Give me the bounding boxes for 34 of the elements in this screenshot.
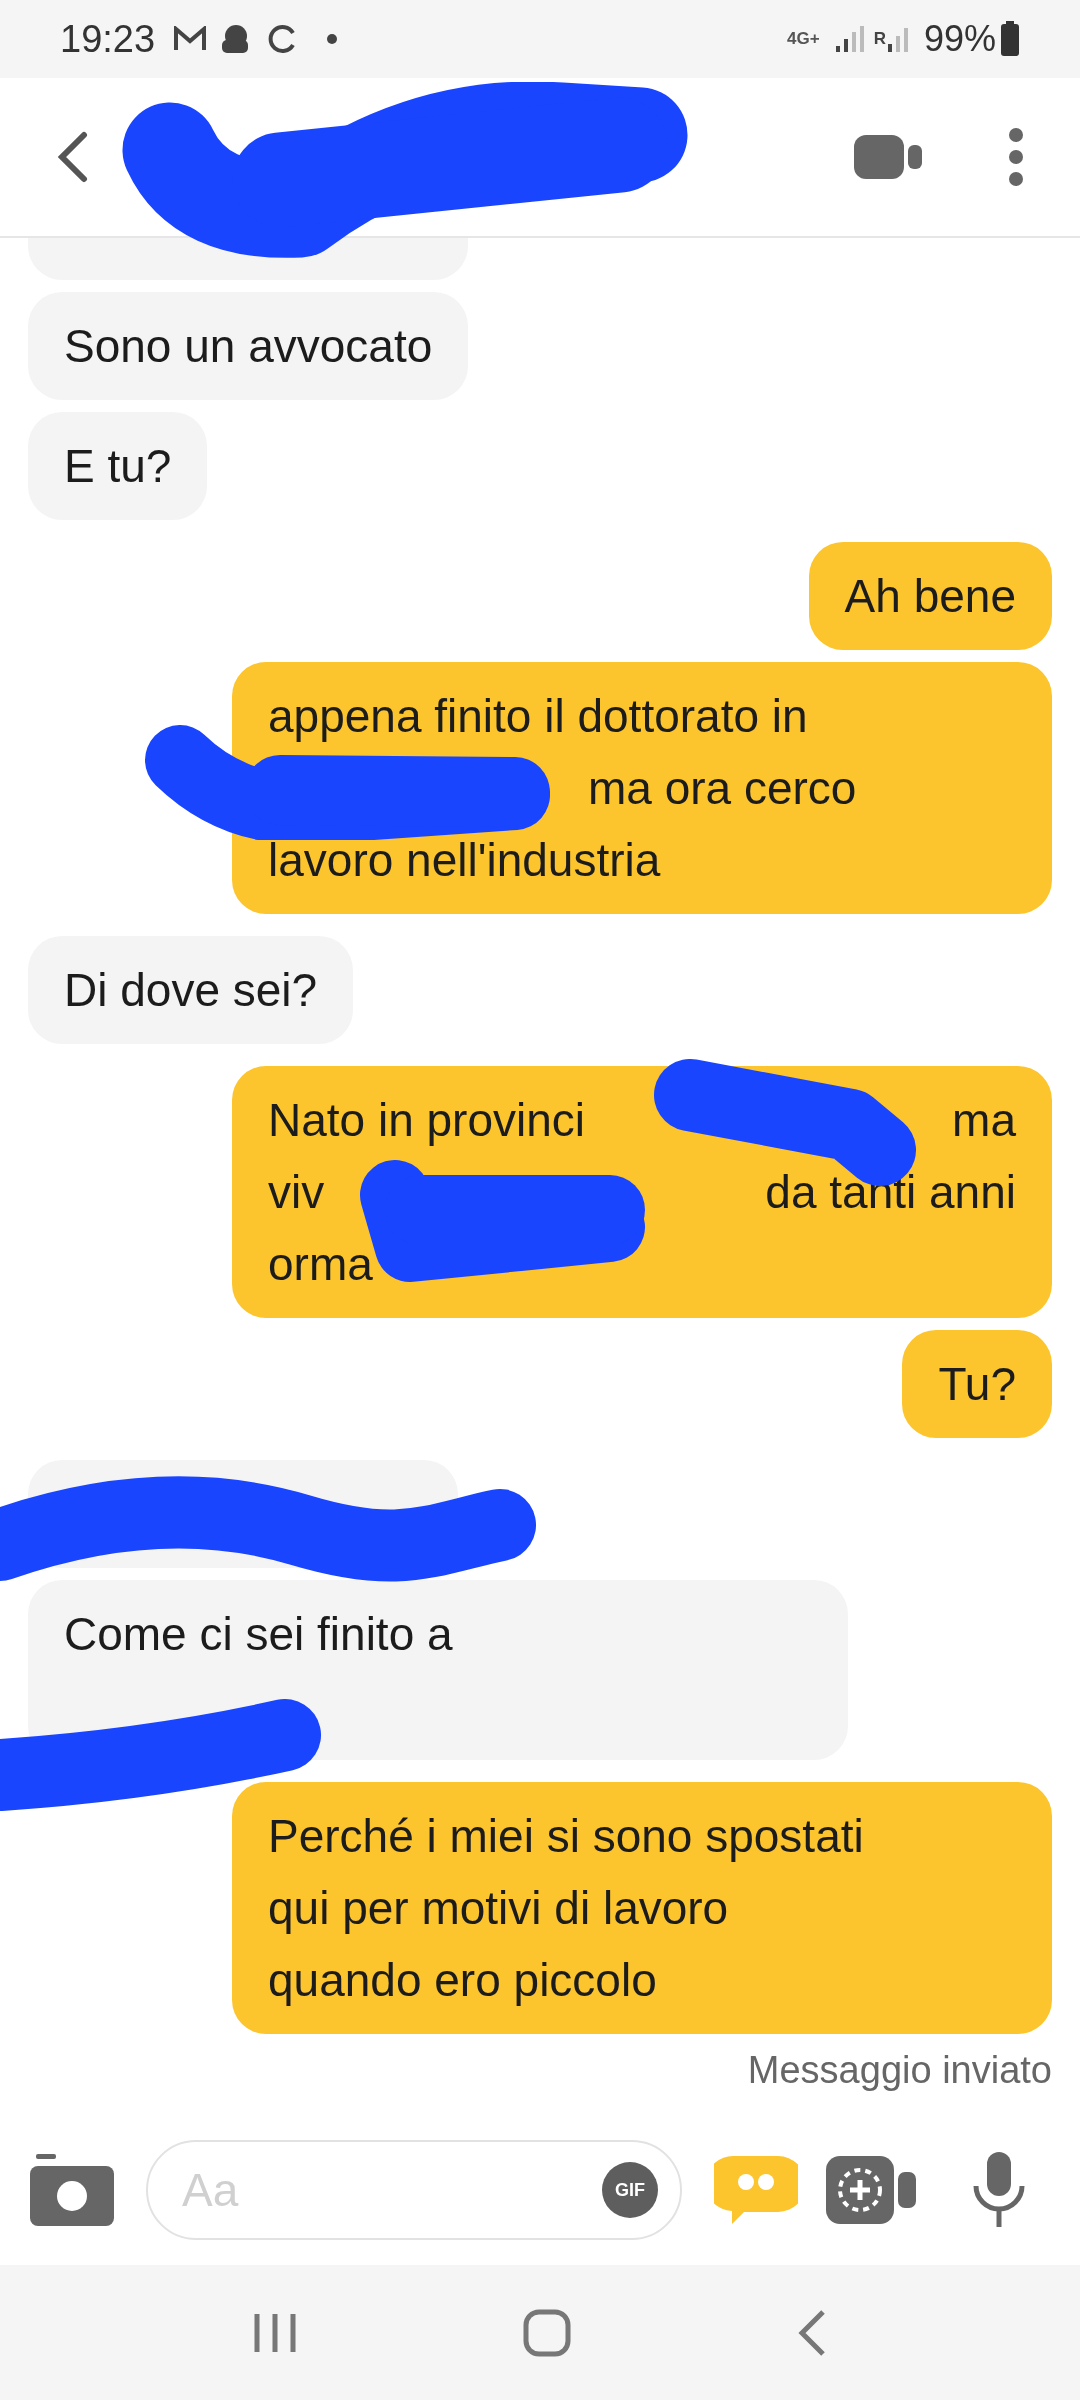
message-text: viv — [268, 1164, 325, 1220]
recent-apps-icon[interactable] — [253, 2311, 297, 2354]
battery-icon — [1000, 21, 1020, 57]
message-text: qui per motivi di lavoro — [268, 1880, 729, 1936]
message-text: orma — [268, 1236, 373, 1292]
network-label: 4G+ — [787, 28, 820, 51]
message-text: lavoro nell'industria — [268, 832, 661, 888]
camera-icon[interactable] — [30, 2154, 114, 2226]
message-text: Sono un avvocato — [64, 318, 433, 374]
message-text: appena finito il dottorato in — [268, 688, 808, 744]
message-text: E tu? — [64, 438, 172, 494]
message-text: Di dove sei? — [64, 962, 318, 1018]
message-text: Ah bene — [844, 568, 1016, 624]
message-text: Nato in provinci — [268, 1092, 586, 1148]
back-icon[interactable] — [56, 131, 90, 183]
more-icon[interactable] — [1008, 127, 1024, 187]
message-text: ma ora cerco — [588, 760, 857, 816]
delivery-status: Messaggio inviato — [747, 2048, 1052, 2093]
message-text: da tanti anni — [765, 1164, 1016, 1220]
signal-icon — [833, 24, 864, 54]
home-icon[interactable] — [523, 2308, 571, 2357]
back-icon[interactable] — [797, 2308, 827, 2357]
gif-button[interactable]: GIF — [602, 2162, 658, 2218]
message-text: Perché i miei si sono spostati — [268, 1808, 864, 1864]
message-text: ma — [952, 1092, 1016, 1148]
video-add-icon[interactable] — [826, 2156, 918, 2224]
message-text: Tu? — [938, 1356, 1016, 1412]
message-text: quando ero piccolo — [268, 1952, 657, 2008]
mail-icon — [173, 26, 208, 52]
battery-percent: 99% — [923, 17, 996, 61]
message-text: Come ci sei finito a — [64, 1606, 453, 1662]
video-call-icon[interactable] — [854, 135, 924, 179]
roaming-label: R — [873, 28, 886, 51]
clock: 19:23 — [60, 16, 156, 62]
